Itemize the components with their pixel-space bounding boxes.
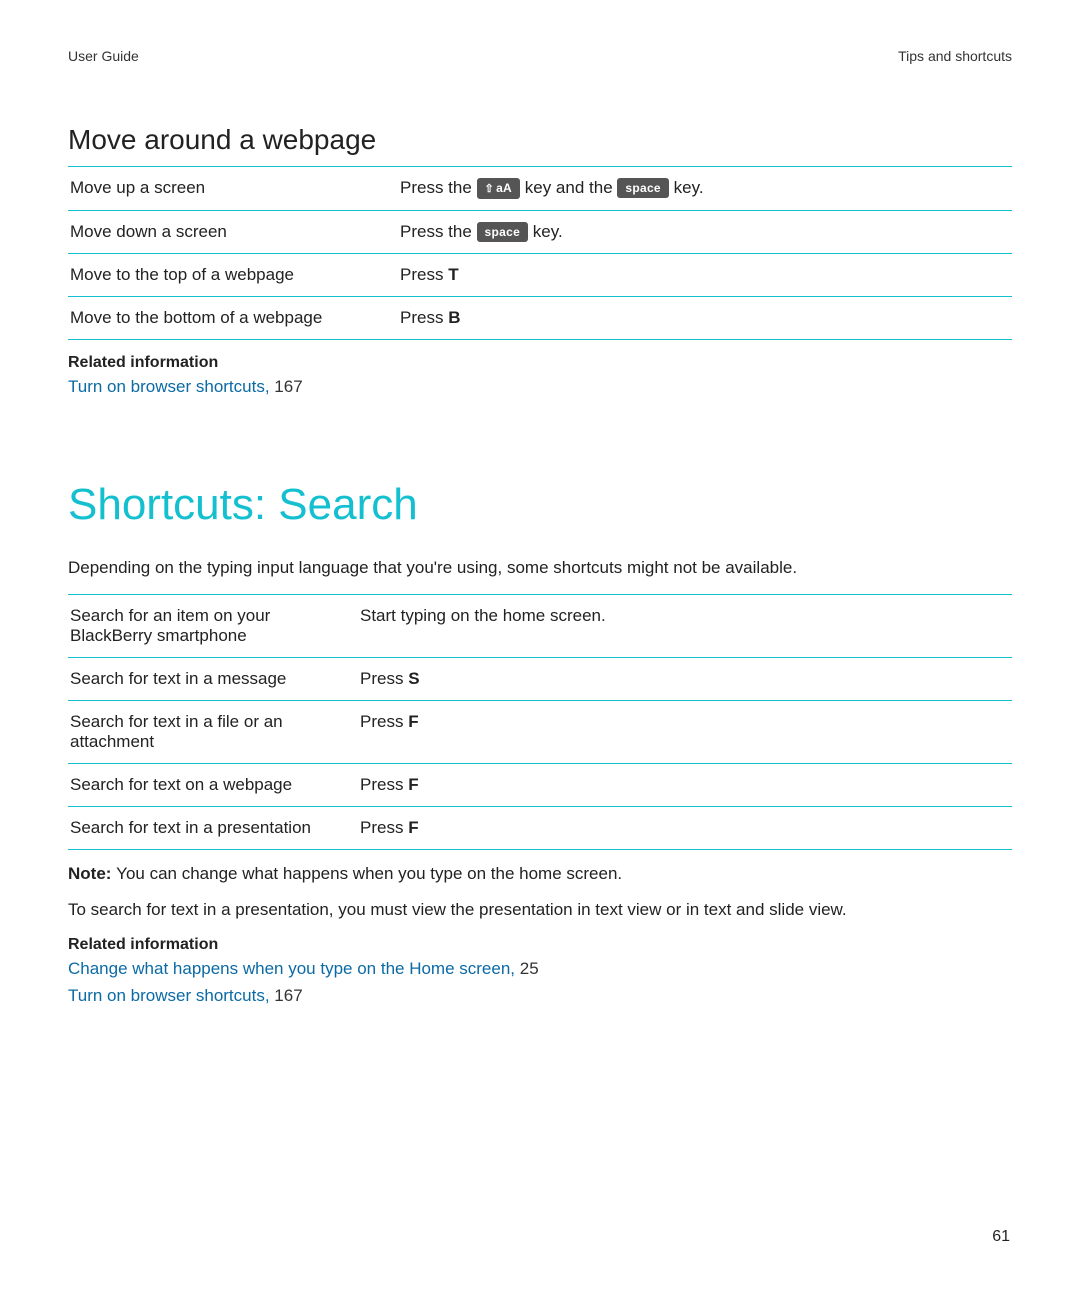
- page-number: 61: [992, 1228, 1010, 1246]
- instruction-cell: Press the space key.: [398, 211, 1012, 254]
- action-cell: Move down a screen: [68, 211, 398, 254]
- table-row: Move to the top of a webpage Press T: [68, 254, 1012, 297]
- instruction-cell: Start typing on the home screen.: [358, 595, 1012, 658]
- link-turn-on-browser-shortcuts[interactable]: Turn on browser shortcuts,: [68, 986, 270, 1005]
- instruction-cell: Press F: [358, 807, 1012, 850]
- section2-title: Shortcuts: Search: [68, 480, 1012, 530]
- shift-key-icon: ⇧aA: [477, 178, 520, 199]
- note-paragraph: Note: You can change what happens when y…: [68, 864, 1012, 884]
- header-right: Tips and shortcuts: [898, 48, 1012, 64]
- related-links: Turn on browser shortcuts, 167: [68, 374, 1012, 400]
- section1-title: Move around a webpage: [68, 124, 1012, 156]
- action-cell: Move up a screen: [68, 167, 398, 211]
- table-row: Search for text in a file or an attachme…: [68, 701, 1012, 764]
- note-label: Note:: [68, 864, 116, 883]
- table-row: Search for an item on your BlackBerry sm…: [68, 595, 1012, 658]
- action-cell: Search for text on a webpage: [68, 764, 358, 807]
- instruction-cell: Press T: [398, 254, 1012, 297]
- action-cell: Search for an item on your BlackBerry sm…: [68, 595, 358, 658]
- link-turn-on-browser-shortcuts[interactable]: Turn on browser shortcuts,: [68, 377, 270, 396]
- table-row: Move up a screen Press the ⇧aA key and t…: [68, 167, 1012, 211]
- table-row: Search for text in a presentation Press …: [68, 807, 1012, 850]
- action-cell: Search for text in a file or an attachme…: [68, 701, 358, 764]
- action-cell: Move to the bottom of a webpage: [68, 297, 398, 340]
- section2-intro: Depending on the typing input language t…: [68, 558, 1012, 578]
- extra-paragraph: To search for text in a presentation, yo…: [68, 900, 1012, 920]
- section1-table: Move up a screen Press the ⇧aA key and t…: [68, 166, 1012, 340]
- table-row: Search for text in a message Press S: [68, 658, 1012, 701]
- space-key-icon: space: [477, 222, 529, 242]
- instruction-cell: Press F: [358, 701, 1012, 764]
- space-key-icon: space: [617, 178, 669, 198]
- header-left: User Guide: [68, 48, 139, 64]
- instruction-cell: Press B: [398, 297, 1012, 340]
- related-links: Change what happens when you type on the…: [68, 956, 1012, 1009]
- action-cell: Search for text in a presentation: [68, 807, 358, 850]
- action-cell: Search for text in a message: [68, 658, 358, 701]
- section2-table: Search for an item on your BlackBerry sm…: [68, 594, 1012, 850]
- table-row: Move down a screen Press the space key.: [68, 211, 1012, 254]
- link-change-home-typing[interactable]: Change what happens when you type on the…: [68, 959, 515, 978]
- related-info-heading: Related information: [68, 354, 1012, 372]
- action-cell: Move to the top of a webpage: [68, 254, 398, 297]
- instruction-cell: Press S: [358, 658, 1012, 701]
- related-info-heading: Related information: [68, 936, 1012, 954]
- running-header: User Guide Tips and shortcuts: [68, 48, 1012, 64]
- table-row: Search for text on a webpage Press F: [68, 764, 1012, 807]
- instruction-cell: Press F: [358, 764, 1012, 807]
- table-row: Move to the bottom of a webpage Press B: [68, 297, 1012, 340]
- instruction-cell: Press the ⇧aA key and the space key.: [398, 167, 1012, 211]
